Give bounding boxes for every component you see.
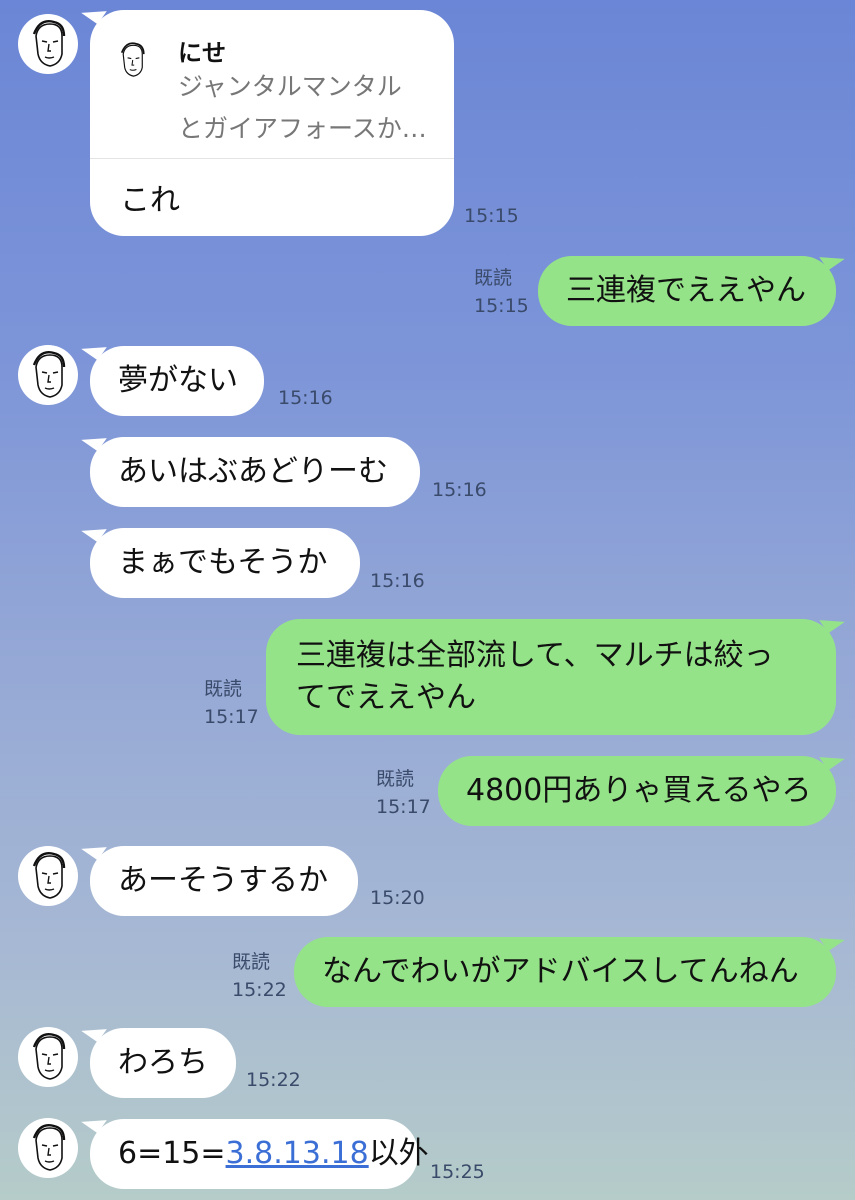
incoming-message-bubble[interactable]: あーそうするか <box>90 846 358 916</box>
message-time: 15:15 <box>474 295 529 317</box>
outgoing-message-bubble[interactable]: 4800円ありゃ買えるやろ <box>438 756 836 826</box>
face-sketch-avatar-icon <box>32 20 66 68</box>
message-time: 15:17 <box>204 706 259 728</box>
avatar[interactable] <box>18 1027 78 1087</box>
message-text-line: 三連複は全部流して、マルチは絞っ <box>296 638 774 673</box>
quoted-avatar-icon <box>120 42 145 78</box>
incoming-message-bubble[interactable]: 夢がない <box>90 346 264 416</box>
message-time: 15:17 <box>376 796 431 818</box>
message-text: これ <box>120 183 180 218</box>
face-sketch-avatar-icon <box>32 1032 66 1081</box>
chat-screen: { "reply_message": { "quoted_name": "にせ"… <box>0 0 855 1200</box>
avatar[interactable] <box>18 14 78 74</box>
quoted-text-line: ジャンタルマンタル <box>178 72 402 101</box>
read-receipt: 既読 <box>204 678 243 700</box>
message-text: 6=15=3.8.13.18以外 <box>118 1136 429 1171</box>
outgoing-message-bubble[interactable]: なんでわいがアドバイスしてんねん <box>294 937 836 1007</box>
message-time: 15:15 <box>464 205 519 227</box>
message-time: 15:16 <box>432 479 487 501</box>
avatar[interactable] <box>18 846 78 906</box>
message-text: あーそうするか <box>118 863 328 898</box>
message-time: 15:16 <box>278 387 333 409</box>
message-text: なんでわいがアドバイスしてんねん <box>322 954 799 989</box>
avatar[interactable] <box>18 1118 78 1178</box>
message-text: あいはぶあどりーむ <box>118 454 388 489</box>
incoming-message-bubble[interactable]: まぁでもそうか <box>90 528 360 598</box>
face-sketch-avatar-icon <box>32 852 66 900</box>
message-time: 15:22 <box>232 979 287 1001</box>
message-text: 三連複でええやん <box>566 273 806 308</box>
read-receipt: 既読 <box>232 951 271 973</box>
message-time: 15:16 <box>370 570 425 592</box>
incoming-message-bubble[interactable]: 6=15=3.8.13.18以外 <box>90 1119 429 1189</box>
read-receipt: 既読 <box>376 768 415 790</box>
message-text-suffix: 以外 <box>368 1136 429 1171</box>
quote-divider <box>90 158 454 159</box>
avatar[interactable] <box>18 345 78 405</box>
read-receipt: 既読 <box>474 267 513 289</box>
incoming-message-bubble[interactable]: わろち <box>90 1028 236 1098</box>
face-sketch-avatar-icon <box>32 1123 66 1172</box>
message-link[interactable]: 3.8.13.18 <box>226 1136 369 1171</box>
outgoing-message-bubble[interactable]: 三連複は全部流して、マルチは絞っ てでええやん <box>266 619 836 735</box>
outgoing-message-bubble[interactable]: 三連複でええやん <box>538 256 836 326</box>
message-text: まぁでもそうか <box>118 545 328 580</box>
message-time: 15:20 <box>370 887 425 909</box>
reply-message-bubble[interactable]: にせ ジャンタルマンタル とガイアフォースか… これ <box>90 10 454 236</box>
message-text-line: てでええやん <box>296 680 476 715</box>
message-text: わろち <box>118 1045 208 1080</box>
message-text-prefix: 6=15= <box>118 1136 226 1171</box>
quoted-text-line: とガイアフォースか… <box>178 114 427 143</box>
incoming-message-bubble[interactable]: あいはぶあどりーむ <box>90 437 420 507</box>
message-time: 15:22 <box>246 1069 301 1091</box>
message-text: 4800円ありゃ買えるやろ <box>466 773 812 808</box>
face-sketch-avatar-icon <box>32 351 66 399</box>
message-time: 15:25 <box>430 1161 485 1183</box>
message-text: 夢がない <box>118 363 238 398</box>
